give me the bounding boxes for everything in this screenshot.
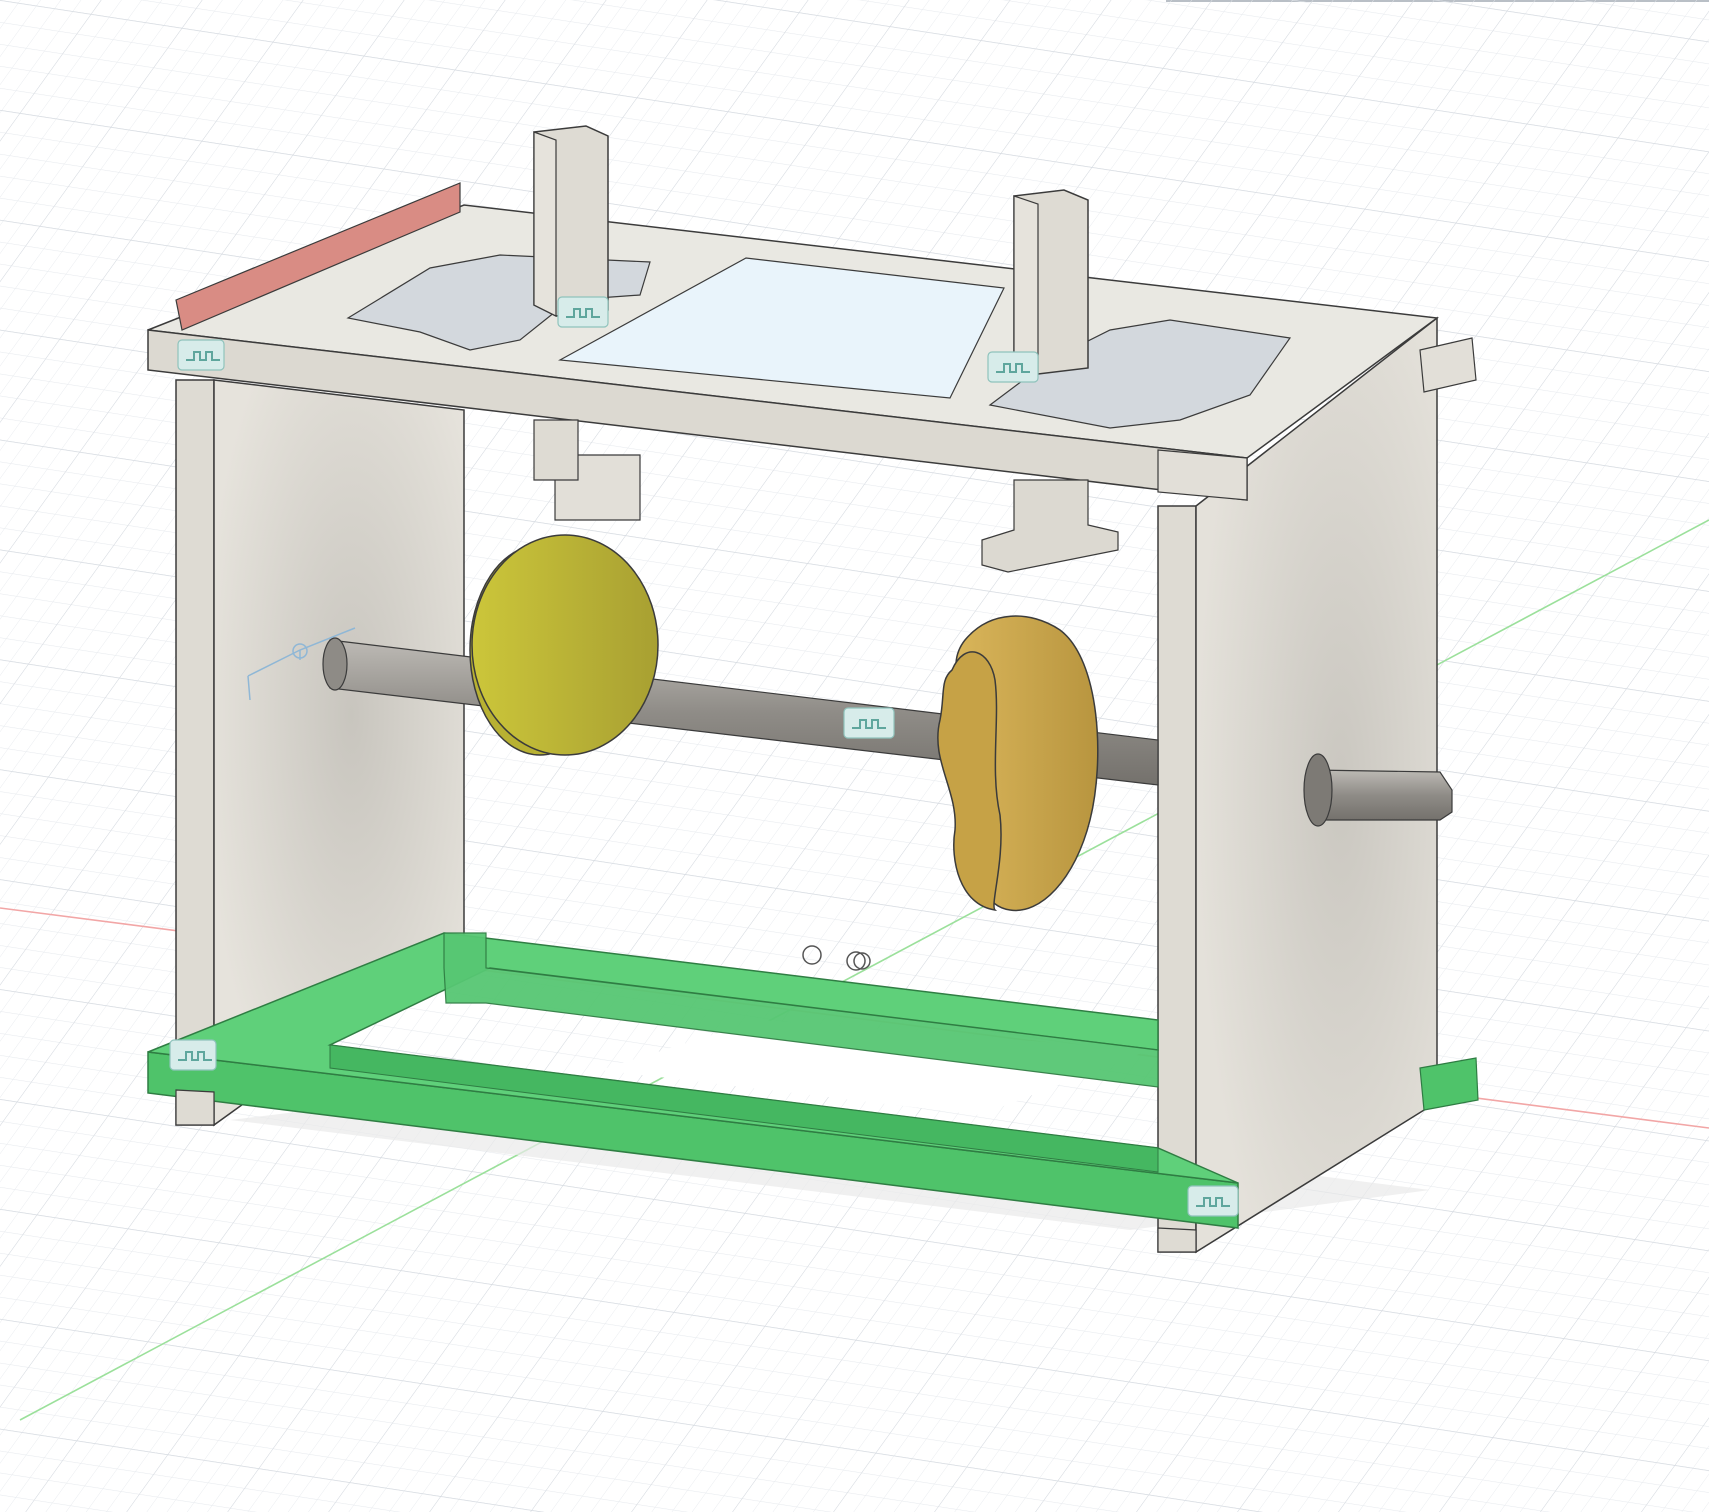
joint-icon-shaft[interactable]: [844, 708, 894, 738]
joint-icon-top-right[interactable]: [988, 352, 1038, 382]
model-scene[interactable]: [0, 0, 1709, 1512]
canvas-viewport[interactable]: [0, 0, 1709, 1512]
joint-icon-bottom-right[interactable]: [1188, 1186, 1238, 1216]
joint-icon-top-left[interactable]: [178, 340, 224, 370]
joint-icon-top-center[interactable]: [558, 297, 608, 327]
joint-icon-bottom-left[interactable]: [170, 1040, 216, 1070]
